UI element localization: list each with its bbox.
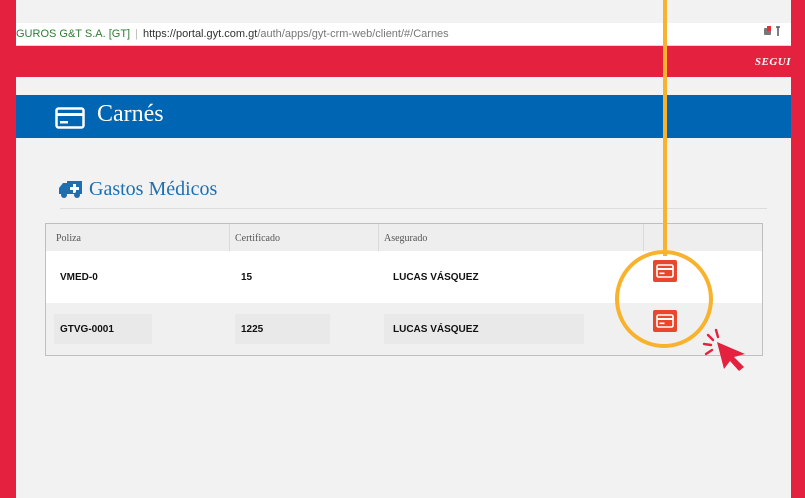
cell-poliza: VMED-0 [60,272,98,283]
cell-asegurado: LUCAS VÁSQUEZ [393,272,479,283]
column-divider [378,224,379,251]
site-identity: GUROS G&T S.A. [GT] [16,28,131,40]
cell-asegurado: LUCAS VÁSQUEZ [393,324,479,335]
url-domain: portal.gyt.com.gt [175,28,258,40]
shield-icon [764,26,780,36]
column-divider [229,224,230,251]
page-title: Carnés [97,101,164,127]
top-header: SEGUI [16,46,791,77]
cell-certificado: 1225 [241,324,264,335]
column-header-certificado[interactable]: Certificado [235,233,280,244]
brand-logo-text: SEGUI [754,56,791,68]
table-header: Poliza Certificado Asegurado [46,224,762,251]
credit-card-icon [55,107,85,134]
address-bar[interactable]: GUROS G&T S.A. [GT] | https://portal.gyt.c… [16,23,791,46]
address-separator: | [135,28,138,40]
page-title-bar: Carnés [16,95,791,138]
column-divider [643,224,644,251]
section-title: Gastos Médicos [89,178,218,200]
browser-extension-icons[interactable] [763,23,785,45]
url-protocol: https:// [142,28,176,40]
ambulance-icon [58,180,83,204]
highlight-pointer-line [663,0,667,256]
click-cursor-icon [702,328,750,377]
cell-certificado: 15 [241,272,253,283]
app-frame: GUROS G&T S.A. [GT] | https://portal.gyt.c… [16,0,791,498]
section-divider [60,208,767,209]
column-header-poliza[interactable]: Poliza [56,233,81,244]
column-header-asegurado[interactable]: Asegurado [384,233,427,244]
cell-poliza: GTVG-0001 [60,324,114,335]
highlight-circle [615,250,713,348]
url-path: /auth/apps/gyt-crm-web/client/#/Carnes [257,28,449,40]
